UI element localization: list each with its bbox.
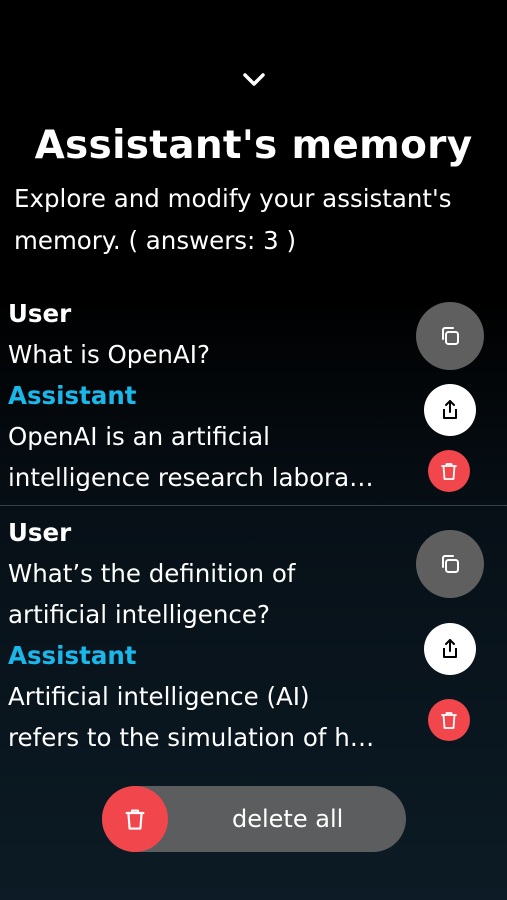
user-label: User (8, 518, 72, 547)
delete-button[interactable] (428, 450, 470, 492)
copy-button[interactable] (416, 530, 484, 598)
copy-icon (442, 555, 459, 573)
trash-icon (441, 712, 457, 729)
share-icon (443, 639, 457, 658)
answer-text: Artificial intelligence (AI) (8, 682, 310, 711)
subtitle-line: memory. ( answers: 3 ) (14, 226, 297, 255)
question-text: artificial intelligence? (8, 600, 270, 629)
delete-button[interactable] (428, 699, 470, 741)
copy-button[interactable] (416, 302, 484, 370)
entry-divider (0, 505, 507, 506)
subtitle-line: Explore and modify your assistant's (14, 184, 452, 213)
delete-all-handle[interactable] (102, 786, 168, 852)
collapse-button[interactable] (234, 60, 274, 100)
question-text: What’s the definition of (8, 559, 296, 588)
question-text: What is OpenAI? (8, 340, 210, 369)
answer-text: OpenAI is an artificial (8, 422, 270, 451)
delete-all-label: delete all (232, 805, 344, 833)
delete-all-slider[interactable]: delete all (102, 786, 406, 852)
memory-screen: Assistant's memory Explore and modify yo… (0, 0, 507, 900)
page-subtitle: Explore and modify your assistant's memo… (14, 178, 499, 262)
copy-icon (442, 327, 459, 345)
trash-icon (441, 463, 457, 480)
assistant-label: Assistant (8, 381, 137, 410)
answer-text: intelligence research labora… (8, 463, 374, 492)
assistant-label: Assistant (8, 641, 137, 670)
user-label: User (8, 299, 72, 328)
share-button[interactable] (424, 384, 476, 436)
page-title: Assistant's memory (34, 123, 473, 168)
share-icon (443, 400, 457, 419)
answer-text: refers to the simulation of h… (8, 723, 375, 752)
share-button[interactable] (424, 623, 476, 675)
trash-icon (125, 809, 145, 830)
chevron-down-icon (243, 73, 265, 86)
